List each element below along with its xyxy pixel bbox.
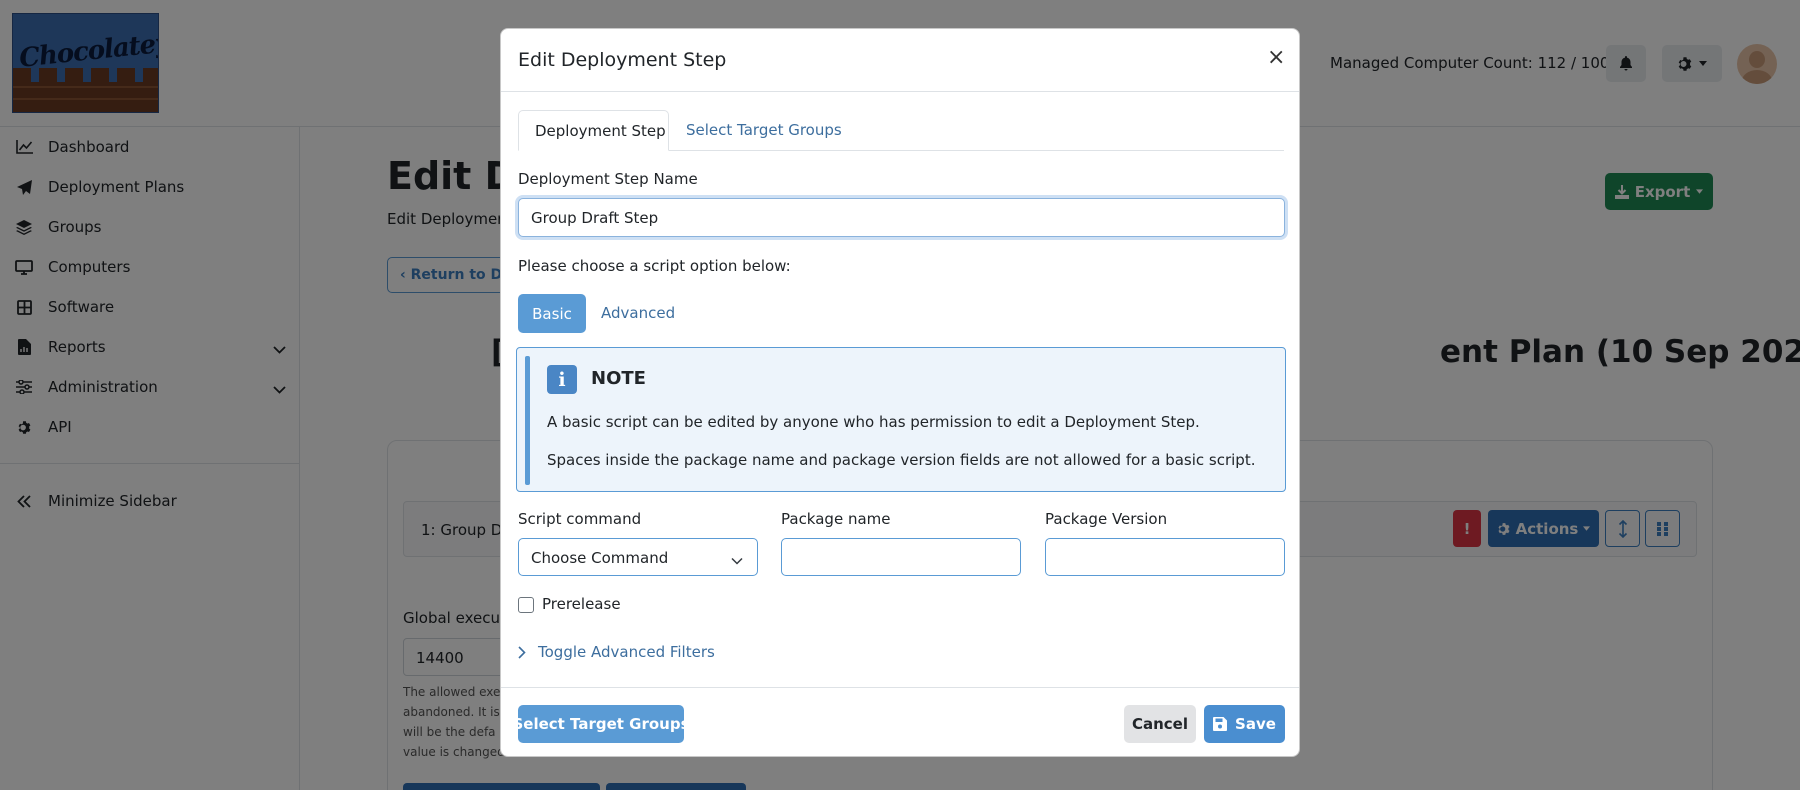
script-command-select[interactable]: Choose Command [518, 538, 758, 576]
close-icon[interactable]: × [1267, 47, 1285, 69]
note-text-1: A basic script can be edited by anyone w… [547, 413, 1200, 431]
modal-header: Edit Deployment Step × [501, 29, 1299, 92]
modal-title: Edit Deployment Step [518, 49, 727, 71]
edit-deployment-step-modal: Edit Deployment Step × Deployment Step S… [500, 28, 1300, 757]
prerelease-label[interactable]: Prerelease [542, 595, 621, 613]
package-version-input[interactable] [1045, 538, 1285, 576]
toggle-advanced-filters-label: Toggle Advanced Filters [538, 643, 715, 661]
save-label: Save [1235, 715, 1276, 733]
tab-select-target-groups[interactable]: Select Target Groups [670, 110, 858, 151]
select-target-groups-button[interactable]: Select Target Groups [512, 705, 690, 743]
note-callout: i NOTE A basic script can be edited by a… [516, 347, 1286, 492]
package-version-label: Package Version [1045, 510, 1168, 528]
note-accent-bar [525, 356, 530, 485]
tab-deployment-step[interactable]: Deployment Step [518, 110, 669, 151]
script-option-prompt: Please choose a script option below: [518, 257, 791, 275]
step-name-input[interactable] [518, 198, 1285, 237]
info-icon: i [547, 365, 577, 394]
save-button[interactable]: Save [1204, 705, 1285, 743]
modal-footer-divider [501, 687, 1299, 688]
cancel-button[interactable]: Cancel [1124, 705, 1196, 743]
script-command-label: Script command [518, 510, 642, 528]
script-command-value: Choose Command [531, 549, 669, 567]
step-name-label: Deployment Step Name [518, 170, 698, 188]
package-name-input[interactable] [781, 538, 1021, 576]
floppy-disk-icon [1213, 717, 1228, 731]
advanced-script-button[interactable]: Advanced [601, 304, 675, 322]
note-title: NOTE [591, 368, 646, 389]
chevron-right-icon [518, 645, 526, 659]
modal-tabs: Deployment Step Select Target Groups [518, 110, 1284, 151]
chevron-down-icon [731, 551, 743, 569]
package-name-label: Package name [781, 510, 891, 528]
note-text-2: Spaces inside the package name and packa… [547, 451, 1256, 469]
basic-script-button[interactable]: Basic [518, 294, 586, 333]
prerelease-checkbox[interactable] [518, 597, 534, 613]
toggle-advanced-filters[interactable]: Toggle Advanced Filters [518, 643, 715, 661]
